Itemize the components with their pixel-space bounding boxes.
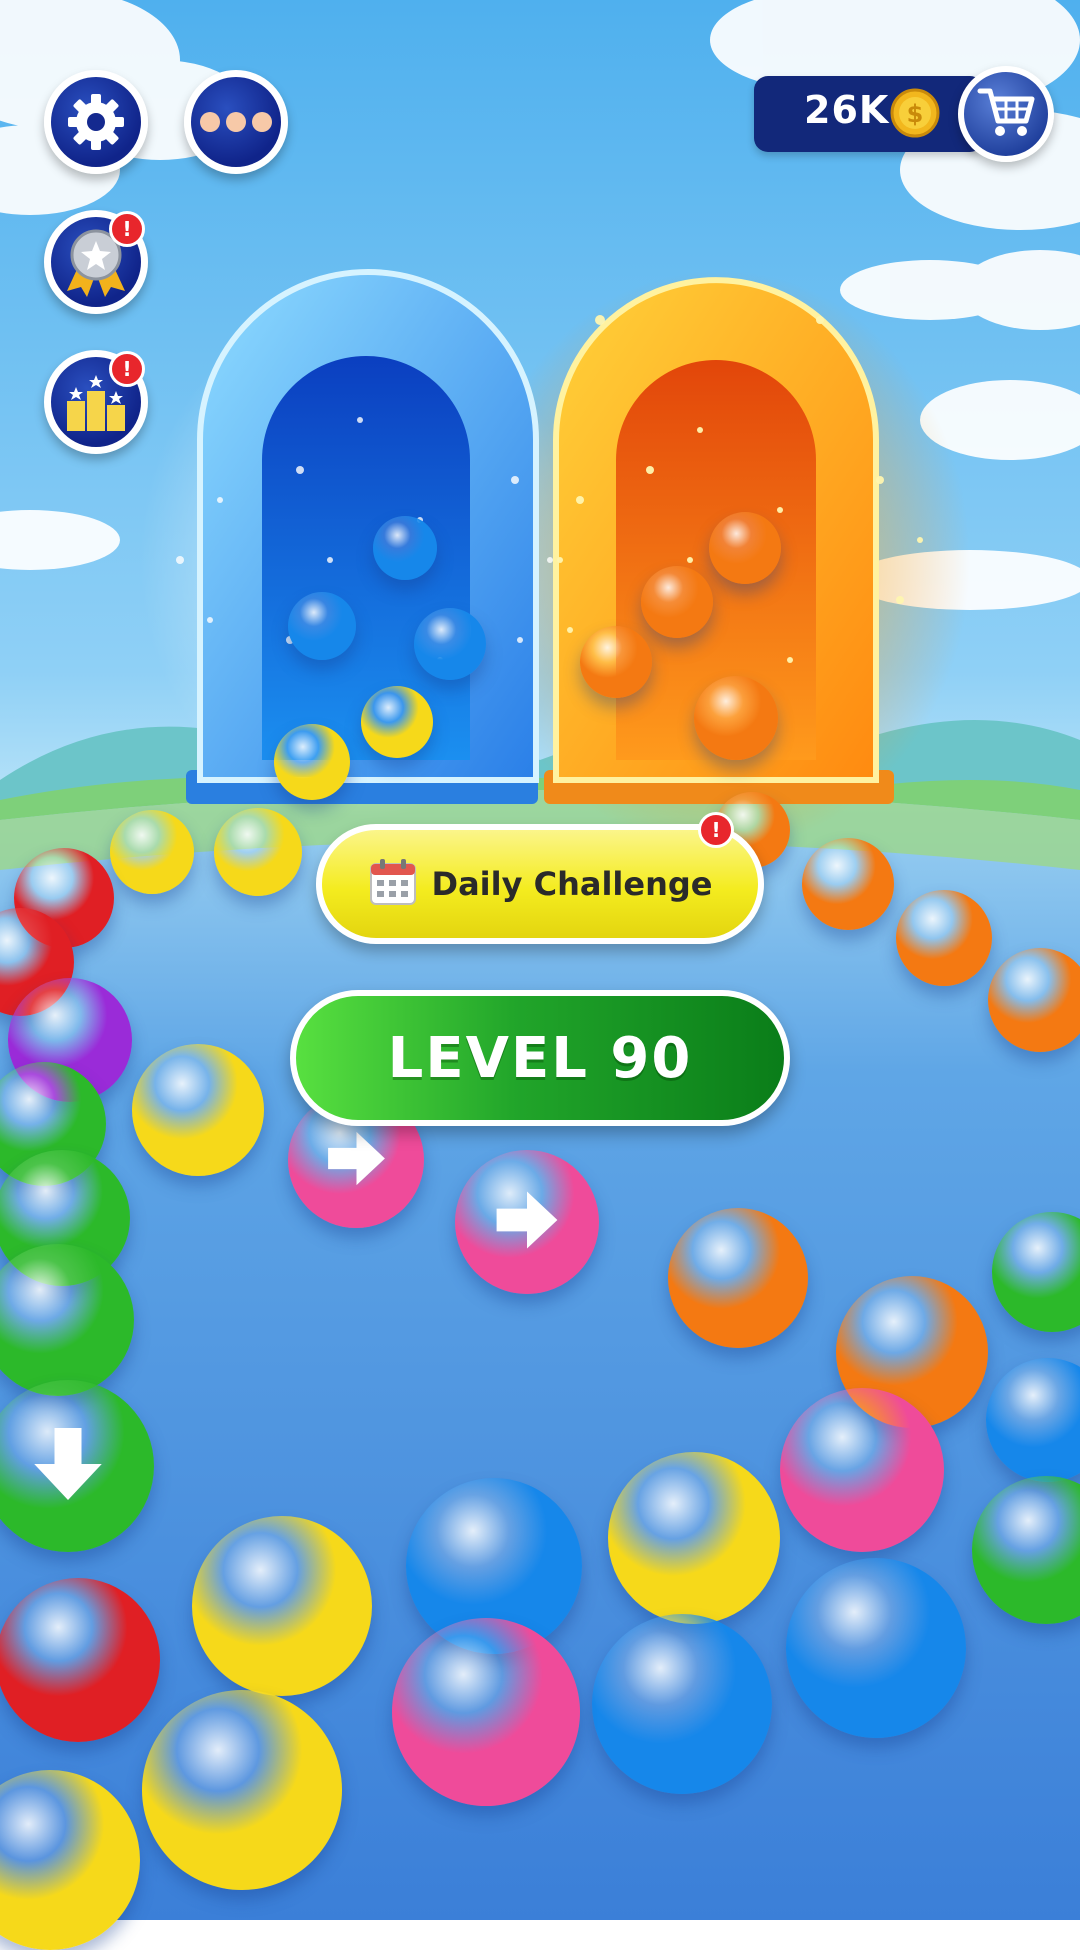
ball	[414, 608, 486, 680]
ball	[580, 626, 652, 698]
ball	[214, 808, 302, 896]
ball	[361, 686, 433, 758]
arrow-right-icon	[489, 1182, 565, 1262]
achievements-button[interactable]: !	[44, 210, 148, 314]
leaderboard-button[interactable]: !	[44, 350, 148, 454]
more-button[interactable]	[184, 70, 288, 174]
ball	[142, 1690, 342, 1890]
ball	[709, 512, 781, 584]
ball	[641, 566, 713, 638]
ball	[192, 1516, 372, 1696]
path-marker-ball	[455, 1150, 599, 1294]
level-play-button[interactable]: LEVEL 90	[290, 990, 790, 1126]
ball	[0, 1578, 160, 1742]
arrow-right-icon	[321, 1123, 392, 1198]
more-dots-icon	[198, 110, 274, 134]
coin-amount: 26K	[804, 88, 890, 132]
gear-icon	[64, 90, 128, 154]
daily-challenge-button[interactable]: Daily Challenge	[316, 824, 764, 944]
ball	[392, 1618, 580, 1806]
cart-icon	[976, 85, 1036, 143]
ball	[896, 890, 992, 986]
ball	[373, 516, 437, 580]
ball	[110, 810, 194, 894]
shop-button[interactable]	[958, 66, 1054, 162]
ball	[592, 1614, 772, 1794]
coin-icon: $	[890, 88, 940, 142]
ball	[608, 1452, 780, 1624]
ball	[132, 1044, 264, 1176]
ball	[780, 1388, 944, 1552]
ball	[668, 1208, 808, 1348]
game-scene: ! ! 26K $ Daily Challenge ! LEVEL 90	[0, 0, 1080, 1950]
settings-button[interactable]	[44, 70, 148, 174]
arrow-down-icon	[23, 1419, 113, 1513]
svg-text:$: $	[907, 100, 924, 128]
ball	[786, 1558, 966, 1738]
daily-challenge-label: Daily Challenge	[431, 865, 713, 903]
level-label: LEVEL 90	[387, 1025, 693, 1091]
ball	[694, 676, 778, 760]
ball	[802, 838, 894, 930]
achievements-alert-badge: !	[109, 211, 145, 247]
leaderboard-alert-badge: !	[109, 351, 145, 387]
ball	[288, 592, 356, 660]
calendar-icon	[368, 856, 418, 912]
daily-challenge-alert-badge: !	[698, 812, 734, 848]
ball	[274, 724, 350, 800]
